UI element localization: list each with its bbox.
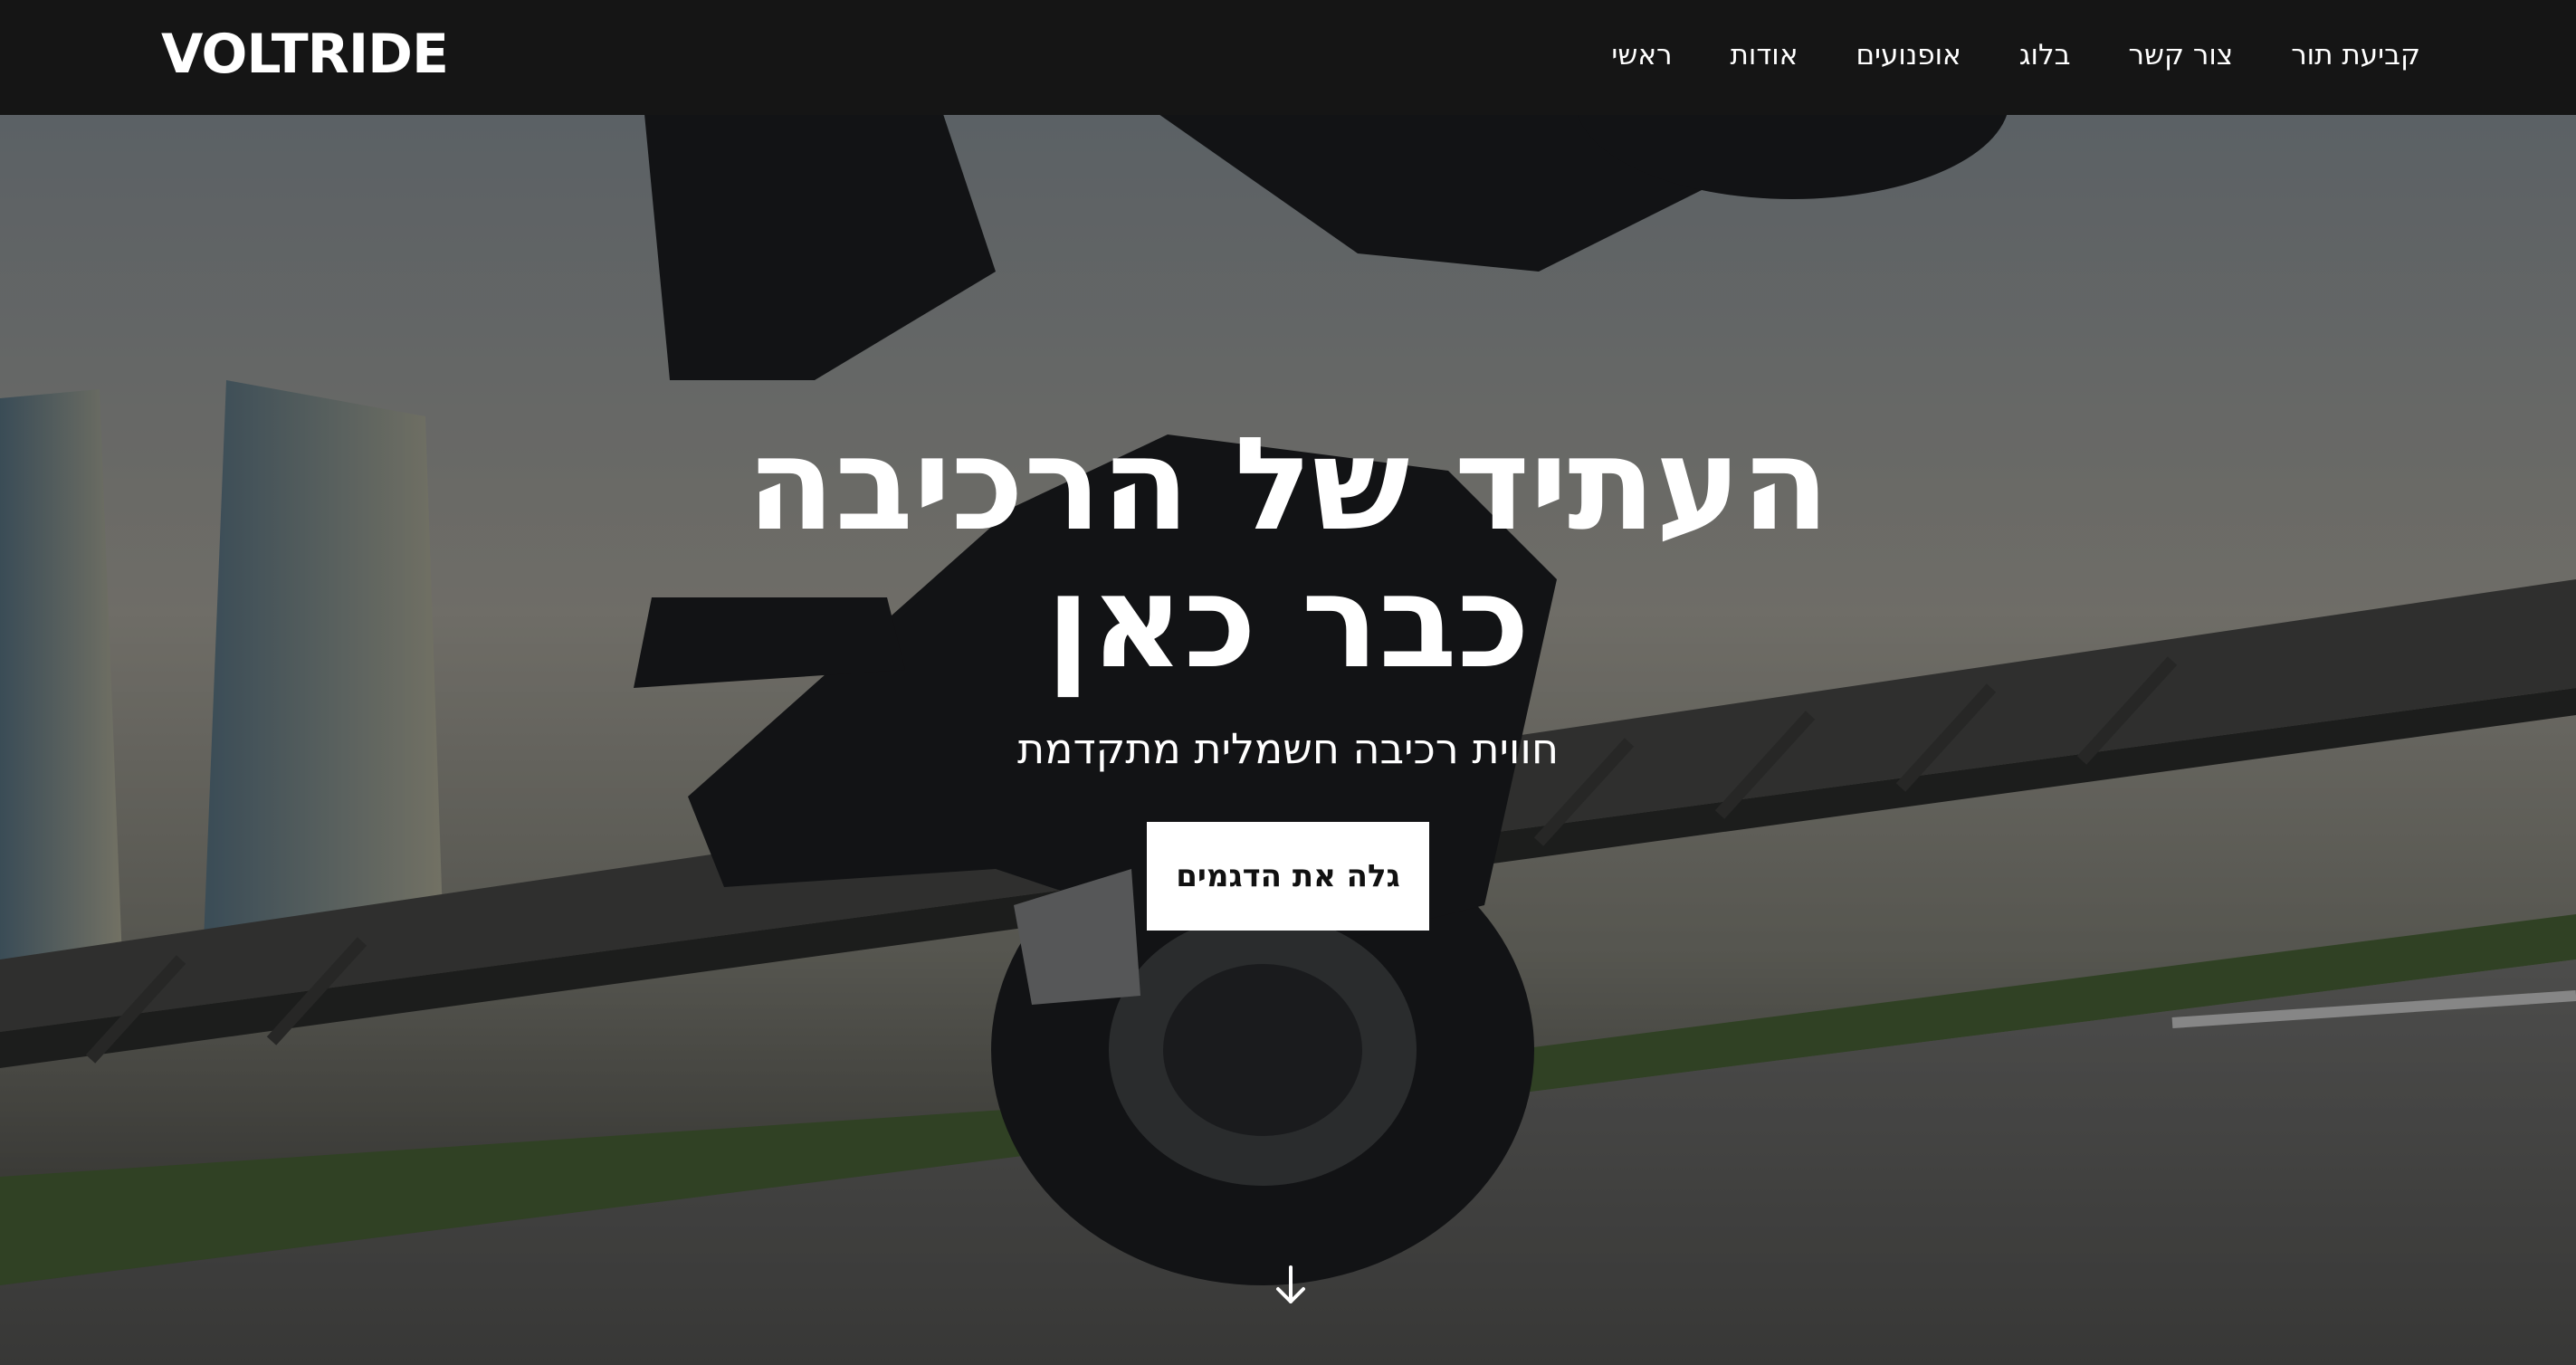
navbar: VOLTRIDE ראשי אודות אופנועים בלוג צור קש… xyxy=(0,0,2576,115)
nav-item-home[interactable]: ראשי xyxy=(1611,39,1672,72)
nav-item-book-appointment[interactable]: קביעת תור xyxy=(2291,39,2420,72)
nav-item-contact[interactable]: צור קשר xyxy=(2129,39,2234,72)
discover-models-button[interactable]: גלה את הדגמים xyxy=(1147,822,1429,931)
nav-item-motorcycles[interactable]: אופנועים xyxy=(1856,39,1961,72)
hero-content: העתיד של הרכיבה כבר כאן חווית רכיבה חשמל… xyxy=(0,416,2576,931)
hero-title: העתיד של הרכיבה כבר כאן xyxy=(746,410,1830,697)
brand-logo[interactable]: VOLTRIDE xyxy=(161,22,449,87)
arrow-down-icon[interactable] xyxy=(1273,1264,1309,1307)
nav-item-blog[interactable]: בלוג xyxy=(2019,39,2071,72)
hero-subtitle: חווית רכיבה חשמלית מתקדמת xyxy=(1017,724,1559,773)
nav-item-about[interactable]: אודות xyxy=(1731,39,1798,72)
main-nav: ראשי אודות אופנועים בלוג צור קשר קביעת ת… xyxy=(1611,0,2420,110)
